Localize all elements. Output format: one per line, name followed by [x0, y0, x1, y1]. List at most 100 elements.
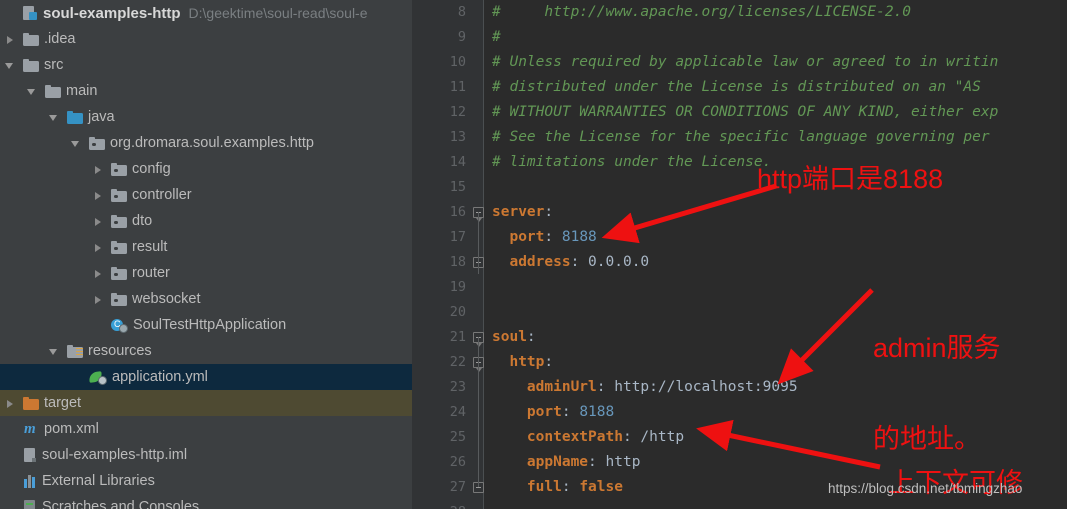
- line-number: 22: [449, 354, 466, 370]
- tree-item-external-libraries[interactable]: External Libraries: [0, 468, 412, 494]
- token-bool: false: [579, 479, 623, 495]
- chevron-down-icon[interactable]: [26, 85, 39, 98]
- token-key: server: [492, 204, 545, 220]
- tree-item-target[interactable]: target: [0, 390, 412, 416]
- tree-item-main[interactable]: main: [0, 78, 412, 104]
- tree-item-resources[interactable]: resources: [0, 338, 412, 364]
- tree-item-org-dromara-soul-examples-http[interactable]: org.dromara.soul.examples.http: [0, 130, 412, 156]
- tree-item-result[interactable]: result: [0, 234, 412, 260]
- line-number: 17: [449, 229, 466, 245]
- line-number: 27: [449, 479, 466, 495]
- tree-item-label: application.yml: [112, 369, 208, 385]
- chevron-down-icon[interactable]: [48, 111, 61, 124]
- tree-item-label: soul-examples-http: [43, 4, 181, 22]
- tree-item-config[interactable]: config: [0, 156, 412, 182]
- project-tool-window[interactable]: soul-examples-http D:\geektime\soul-read\…: [0, 0, 412, 509]
- tree-item-soul-examples-http[interactable]: soul-examples-http D:\geektime\soul-read\…: [0, 0, 412, 26]
- token-key: port: [492, 404, 562, 420]
- code-line[interactable]: 17 port: 8188: [412, 225, 1067, 250]
- excluded-folder-icon: [23, 396, 39, 410]
- code-line[interactable]: 10 # Unless required by applicable law or…: [412, 50, 1067, 75]
- chevron-right-icon[interactable]: [92, 241, 105, 254]
- token-key: http: [492, 354, 545, 370]
- token-colon: :: [526, 329, 536, 345]
- tree-item-java[interactable]: java: [0, 104, 412, 130]
- tree-item-router[interactable]: router: [0, 260, 412, 286]
- line-number: 9: [457, 29, 466, 45]
- token-key: contextPath: [492, 429, 623, 445]
- ide-window: soul-examples-http D:\geektime\soul-read\…: [0, 0, 1067, 509]
- token-comment: # limitations under the License.: [492, 154, 772, 170]
- token-colon: :: [622, 429, 641, 445]
- line-number: 20: [449, 304, 466, 320]
- token-colon: :: [561, 479, 580, 495]
- chevron-right-icon[interactable]: [92, 293, 105, 306]
- code-line[interactable]: 16 server:: [412, 200, 1067, 225]
- tree-item-src[interactable]: src: [0, 52, 412, 78]
- annotation-http-port: http端口是8188: [757, 164, 944, 194]
- token-colon: :: [544, 204, 554, 220]
- token-key: address: [492, 254, 571, 270]
- code-line[interactable]: 14 # limitations under the License.: [412, 150, 1067, 175]
- tree-item-label: soul-examples-http.iml: [42, 447, 188, 463]
- tree-item-controller[interactable]: controller: [0, 182, 412, 208]
- code-text: port: 8188: [492, 225, 596, 250]
- token-comment: # See the License for the specific langu…: [492, 129, 990, 145]
- tree-item-application-yml[interactable]: application.yml: [0, 364, 412, 390]
- maven-icon: m: [24, 420, 36, 437]
- token-key: soul: [492, 329, 527, 345]
- code-line[interactable]: 12 # WITHOUT WARRANTIES OR CONDITIONS OF …: [412, 100, 1067, 125]
- package-icon: [111, 188, 127, 202]
- tree-item-label: External Libraries: [42, 473, 155, 489]
- tree-item-label: controller: [132, 187, 192, 203]
- chevron-right-icon[interactable]: [92, 163, 105, 176]
- tree-item-idea[interactable]: .idea: [0, 26, 412, 52]
- tree-item-websocket[interactable]: websocket: [0, 286, 412, 312]
- tree-item-soul-examples-http-iml[interactable]: soul-examples-http.iml: [0, 442, 412, 468]
- code-text: appName: http: [492, 450, 641, 475]
- chevron-down-icon[interactable]: [70, 137, 83, 150]
- code-line[interactable]: 11 # distributed under the License is dis…: [412, 75, 1067, 100]
- code-line[interactable]: 13 # See the License for the specific lan…: [412, 125, 1067, 150]
- package-icon: [111, 266, 127, 280]
- resources-folder-icon: [67, 344, 83, 358]
- code-line[interactable]: 9 #: [412, 25, 1067, 50]
- tree-item-pom-xml[interactable]: m pom.xml: [0, 416, 412, 442]
- code-text: http:: [492, 350, 553, 375]
- line-number: 24: [449, 404, 466, 420]
- tree-item-scratches-and-consoles[interactable]: Scratches and Consoles: [0, 494, 412, 509]
- code-line[interactable]: 18 address: 0.0.0.0: [412, 250, 1067, 275]
- code-line[interactable]: 8 # http://www.apache.org/licenses/LICENS…: [412, 0, 1067, 25]
- tree-item-dto[interactable]: dto: [0, 208, 412, 234]
- chevron-down-icon[interactable]: [4, 59, 17, 72]
- token-comment: # WITHOUT WARRANTIES OR CONDITIONS OF AN…: [492, 104, 999, 120]
- code-line[interactable]: 15: [412, 175, 1067, 200]
- tree-item-soultesthttpapplication[interactable]: SoulTestHttpApplication: [0, 312, 412, 338]
- token-colon: :: [544, 354, 554, 370]
- chevron-right-icon[interactable]: [92, 267, 105, 280]
- code-text: server:: [492, 200, 553, 225]
- token-comment: #: [492, 29, 501, 45]
- code-text: #: [492, 25, 501, 50]
- line-number: 8: [457, 4, 466, 20]
- tree-item-label: .idea: [44, 31, 76, 47]
- chevron-down-icon[interactable]: [48, 345, 61, 358]
- tree-item-label: websocket: [132, 291, 201, 307]
- line-number: 23: [449, 379, 466, 395]
- chevron-right-icon[interactable]: [4, 33, 17, 46]
- module-icon: [23, 6, 38, 20]
- code-text: soul:: [492, 325, 536, 350]
- code-text: port: 8188: [492, 400, 614, 425]
- code-text: # http://www.apache.org/licenses/LICENSE…: [492, 0, 911, 25]
- package-icon: [111, 214, 127, 228]
- chevron-right-icon[interactable]: [92, 189, 105, 202]
- chevron-right-icon[interactable]: [4, 397, 17, 410]
- token-colon: :: [570, 254, 589, 270]
- tree-item-label: Scratches and Consoles: [42, 499, 200, 509]
- token-str: http: [605, 454, 641, 470]
- line-number: 13: [449, 129, 466, 145]
- chevron-right-icon[interactable]: [92, 215, 105, 228]
